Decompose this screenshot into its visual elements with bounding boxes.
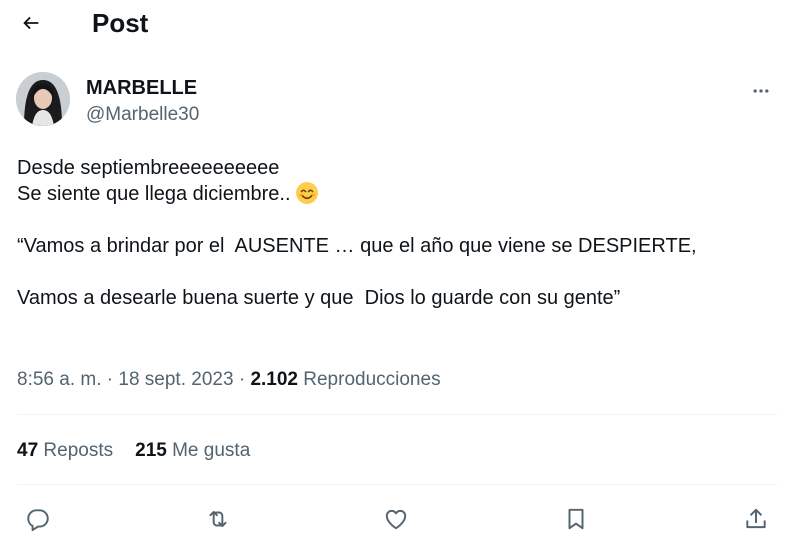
- bookmark-button[interactable]: [559, 502, 593, 536]
- likes-stat[interactable]: 215 Me gusta: [135, 439, 250, 463]
- meta-separator: ·: [106, 369, 114, 390]
- more-options-button[interactable]: [746, 76, 776, 106]
- post-date[interactable]: 18 sept. 2023: [118, 369, 233, 390]
- display-name[interactable]: MARBELLE: [86, 76, 197, 100]
- likes-label: Me gusta: [172, 440, 251, 461]
- post-text: Desde septiembreeeeeeeeee Se siente que …: [17, 155, 787, 311]
- share-button[interactable]: [739, 502, 773, 536]
- reply-button[interactable]: [21, 502, 55, 536]
- post-line: [17, 259, 787, 285]
- author-row: MARBELLE @Marbelle30: [16, 72, 780, 130]
- more-horizontal-icon: [753, 89, 769, 93]
- likes-count: 215: [135, 440, 167, 461]
- divider: [17, 414, 777, 415]
- header: Post: [0, 0, 800, 48]
- like-icon: [385, 509, 407, 530]
- page-title: Post: [92, 8, 149, 38]
- post-line: “Vamos a brindar por el AUSENTE … que el…: [17, 235, 697, 257]
- reposts-label: Reposts: [43, 440, 114, 461]
- post-time[interactable]: 8:56 a. m.: [17, 369, 102, 390]
- arrow-left-icon: [23, 16, 39, 30]
- reply-icon: [27, 509, 49, 532]
- bookmark-icon: [568, 508, 584, 530]
- repost-icon: [209, 510, 227, 528]
- reposts-stat[interactable]: 47 Reposts: [17, 439, 113, 463]
- post-line-with-emoji: Se siente que llega diciembre..: [17, 181, 787, 207]
- post-line: Desde septiembreeeeeeeeee: [17, 157, 280, 179]
- views-label: Reproducciones: [303, 369, 441, 390]
- meta-separator: ·: [238, 369, 246, 390]
- divider: [17, 484, 777, 485]
- post-stats: 47 Reposts 215 Me gusta: [17, 439, 250, 463]
- avatar[interactable]: [16, 72, 70, 126]
- back-button[interactable]: [16, 8, 46, 38]
- profile-avatar-image: [16, 72, 70, 126]
- post-meta: 8:56 a. m. · 18 sept. 2023 · 2.102 Repro…: [17, 368, 441, 392]
- action-bar: [20, 502, 780, 536]
- repost-button[interactable]: [201, 502, 235, 536]
- smiling-face-emoji-icon: [295, 181, 319, 205]
- post-line: Se siente que llega diciembre..: [17, 183, 291, 205]
- post-line: [17, 207, 787, 233]
- post-line: Vamos a desearle buena suerte y que Dios…: [17, 287, 621, 309]
- share-icon: [746, 508, 766, 529]
- user-handle[interactable]: @Marbelle30: [86, 103, 199, 127]
- like-button[interactable]: [379, 502, 413, 536]
- views-count: 2.102: [250, 369, 298, 390]
- reposts-count: 47: [17, 440, 39, 461]
